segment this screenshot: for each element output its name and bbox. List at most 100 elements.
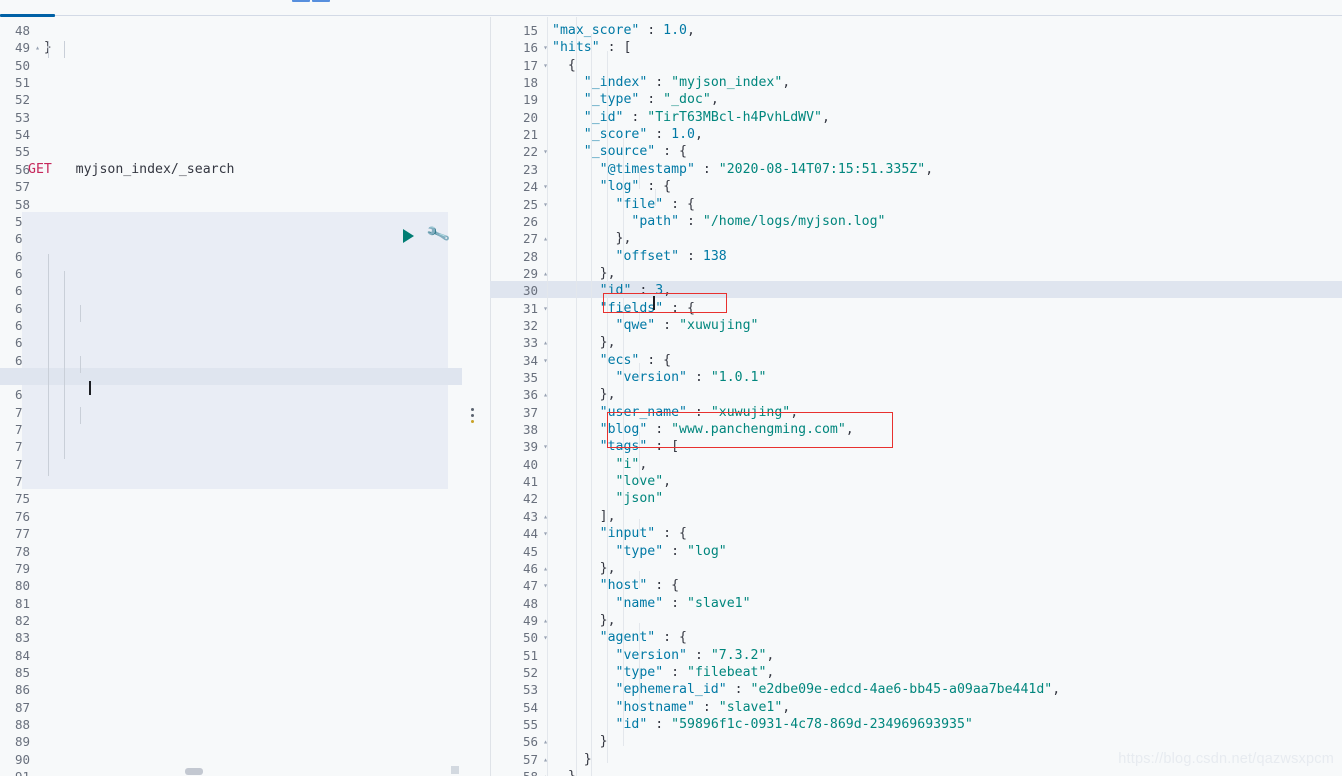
code-line[interactable]: "@timestamp" : "2020-08-14T07:15:51.335Z…: [552, 161, 933, 178]
fold-down-icon[interactable]: ▾: [541, 200, 550, 209]
code-line[interactable]: "id" : "59896f1c-0931-4c78-869d-23496969…: [552, 716, 973, 733]
code-line[interactable]: GET myjson_index/_search: [28, 161, 234, 178]
line-number: 54: [490, 699, 538, 716]
indent-guide: [80, 305, 81, 322]
code-line[interactable]: "user_name" : "xuwujing",: [552, 404, 798, 421]
code-line[interactable]: ],: [552, 508, 616, 525]
fold-down-icon[interactable]: ▾: [541, 147, 550, 156]
line-number: 36: [490, 386, 538, 403]
fold-up-icon[interactable]: ▴: [541, 512, 550, 521]
line-number: 15: [490, 22, 538, 39]
line-number: 51: [490, 647, 538, 664]
request-editor-pane[interactable]: 4849▴ }50515253545556GET myjson_index/_s…: [0, 17, 462, 776]
line-number: 26: [490, 213, 538, 230]
code-line[interactable]: },: [552, 265, 616, 282]
pane-resize-handle[interactable]: [468, 405, 476, 427]
send-request-play-icon[interactable]: [403, 229, 414, 243]
line-number: 81: [0, 595, 30, 612]
line-number: 80: [0, 577, 30, 594]
code-line[interactable]: "agent" : {: [552, 629, 687, 646]
indent-guide: [80, 407, 81, 424]
fold-up-icon[interactable]: ▴: [541, 338, 550, 347]
response-output-pane[interactable]: 15"max_score" : 1.0,16▾"hits" : [17▾ {18…: [490, 17, 1342, 776]
code-line[interactable]: "_source" : {: [552, 143, 687, 160]
watermark: https://blog.csdn.net/qazwsxpcm: [1118, 751, 1334, 767]
code-line[interactable]: "host" : {: [552, 577, 679, 594]
code-line[interactable]: }: [552, 768, 576, 776]
line-number: 85: [0, 664, 30, 681]
scrollbar-thumb[interactable]: [185, 768, 203, 775]
code-line[interactable]: "log" : {: [552, 178, 671, 195]
tab-strip-divider: [0, 15, 1342, 16]
code-line[interactable]: "_id" : "TirT63MBcl-h4PvhLdWV",: [552, 109, 830, 126]
code-line[interactable]: "type" : "log": [552, 543, 727, 560]
fold-down-icon[interactable]: ▾: [541, 61, 550, 70]
fold-up-icon[interactable]: ▴: [541, 390, 550, 399]
line-number: 43: [490, 508, 538, 525]
code-line[interactable]: "path" : "/home/logs/myjson.log": [552, 213, 886, 230]
code-line[interactable]: "tags" : [: [552, 438, 679, 455]
code-line[interactable]: "hostname" : "slave1",: [552, 699, 790, 716]
line-number: 48: [0, 22, 30, 39]
line-number: 54: [0, 126, 30, 143]
line-number: 88: [0, 716, 30, 733]
code-line[interactable]: {: [552, 57, 576, 74]
line-number: 53: [490, 681, 538, 698]
code-line[interactable]: }: [552, 733, 608, 750]
nesting-rail: [576, 17, 577, 776]
fold-up-icon[interactable]: ▴: [541, 737, 550, 746]
code-line[interactable]: "blog" : "www.panchengming.com",: [552, 421, 854, 438]
line-number: 45: [490, 543, 538, 560]
fold-down-icon[interactable]: ▾: [541, 43, 550, 52]
code-line[interactable]: "offset" : 138: [552, 248, 727, 265]
fold-down-icon[interactable]: ▾: [541, 581, 550, 590]
code-line[interactable]: "type" : "filebeat",: [552, 664, 774, 681]
fold-up-icon[interactable]: ▴: [541, 269, 550, 278]
line-number: 58: [0, 196, 30, 213]
fold-up-icon[interactable]: ▴: [541, 755, 550, 764]
fold-up-icon[interactable]: ▴: [541, 564, 550, 573]
code-line[interactable]: },: [552, 386, 616, 403]
response-editor[interactable]: 15"max_score" : 1.0,16▾"hits" : [17▾ {18…: [490, 17, 1342, 776]
fold-down-icon[interactable]: ▾: [541, 356, 550, 365]
fold-down-icon[interactable]: ▾: [541, 442, 550, 451]
line-number: 82: [0, 612, 30, 629]
fold-down-icon[interactable]: ▾: [541, 304, 550, 313]
line-number: 83: [0, 629, 30, 646]
line-number: 89: [0, 733, 30, 750]
line-number: 52: [0, 91, 30, 108]
fold-up-icon[interactable]: ▴: [541, 772, 550, 776]
line-number: 79: [0, 560, 30, 577]
line-number: 49: [490, 612, 538, 629]
code-line[interactable]: "version" : "1.0.1": [552, 369, 766, 386]
line-number: 25: [490, 196, 538, 213]
code-line[interactable]: "version" : "7.3.2",: [552, 647, 774, 664]
code-line[interactable]: },: [552, 560, 616, 577]
fold-down-icon[interactable]: ▾: [541, 182, 550, 191]
line-number: 31: [490, 300, 538, 317]
code-line[interactable]: "qwe" : "xuwujing": [552, 317, 758, 334]
code-line[interactable]: "i",: [552, 456, 647, 473]
line-number: 40: [490, 456, 538, 473]
fold-up-icon[interactable]: ▴: [541, 616, 550, 625]
code-line[interactable]: "_type" : "_doc",: [552, 91, 719, 108]
code-line[interactable]: "_index" : "myjson_index",: [552, 74, 790, 91]
line-number: 35: [490, 369, 538, 386]
code-line[interactable]: "ecs" : {: [552, 352, 671, 369]
code-line[interactable]: "max_score" : 1.0,: [552, 22, 695, 39]
code-line[interactable]: "name" : "slave1": [552, 595, 751, 612]
line-number: 21: [490, 126, 538, 143]
code-line[interactable]: }: [552, 751, 592, 768]
code-line[interactable]: "ephemeral_id" : "e2dbe09e-edcd-4ae6-bb4…: [552, 681, 1060, 698]
partial-glyph-right-icon: [312, 0, 330, 2]
code-line[interactable]: "love",: [552, 473, 671, 490]
fold-up-icon[interactable]: ▴: [541, 234, 550, 243]
fold-down-icon[interactable]: ▾: [541, 633, 550, 642]
code-line[interactable]: "_score" : 1.0,: [552, 126, 703, 143]
horizontal-scrollbar-left[interactable]: [0, 767, 462, 776]
line-number: 78: [0, 543, 30, 560]
fold-down-icon[interactable]: ▾: [541, 529, 550, 538]
code-line[interactable]: "input" : {: [552, 525, 687, 542]
code-line[interactable]: },: [552, 612, 616, 629]
code-line[interactable]: },: [552, 334, 616, 351]
